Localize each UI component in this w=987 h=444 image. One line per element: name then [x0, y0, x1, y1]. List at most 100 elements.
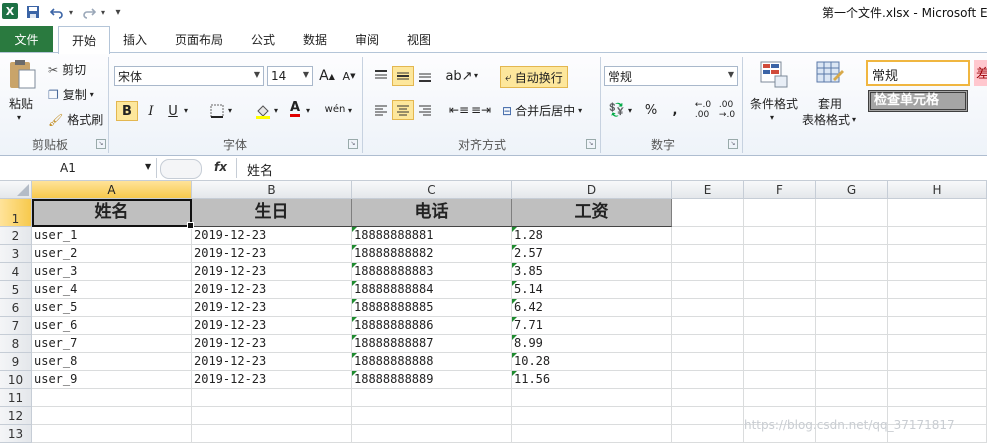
table-cell[interactable]: 18888888883 — [352, 263, 512, 281]
cell-style-bad[interactable]: 差 — [974, 60, 987, 86]
underline-dropdown-icon[interactable]: ▾ — [184, 106, 188, 115]
number-as-text-indicator-icon[interactable] — [352, 245, 357, 250]
redo-dropdown-icon[interactable]: ▾ — [98, 3, 108, 21]
row-header-6[interactable]: 6 — [0, 299, 32, 317]
number-launcher-icon[interactable]: ↘ — [728, 139, 738, 149]
fill-color-dropdown-icon[interactable]: ▾ — [274, 106, 278, 115]
column-header-e[interactable]: E — [672, 181, 744, 199]
insert-function-icon[interactable]: fx — [214, 160, 227, 174]
empty-cell[interactable] — [512, 389, 672, 407]
number-as-text-indicator-icon[interactable] — [512, 371, 517, 376]
redo-icon[interactable] — [80, 3, 98, 21]
table-cell[interactable]: user_4 — [32, 281, 192, 299]
table-cell[interactable]: 7.71 — [512, 317, 672, 335]
conditional-formatting-dropdown-icon[interactable]: ▾ — [770, 113, 774, 122]
decrease-indent-button[interactable]: ⇤≡ — [448, 100, 470, 120]
table-cell[interactable]: user_8 — [32, 353, 192, 371]
table-cell[interactable]: 18888888889 — [352, 371, 512, 389]
empty-cell[interactable] — [512, 425, 672, 443]
empty-cell[interactable] — [816, 227, 888, 245]
orientation-button[interactable]: ab↗ — [445, 66, 472, 86]
increase-decimal-button[interactable]: ←.0.00 — [692, 100, 714, 120]
select-all-corner[interactable] — [0, 181, 32, 199]
formula-input[interactable]: 姓名 — [247, 160, 273, 179]
number-as-text-indicator-icon[interactable] — [512, 281, 517, 286]
empty-cell[interactable] — [672, 317, 744, 335]
name-box-dropdown-icon[interactable]: ▼ — [145, 162, 151, 171]
empty-cell[interactable] — [672, 353, 744, 371]
table-cell[interactable]: 10.28 — [512, 353, 672, 371]
empty-cell[interactable] — [888, 227, 987, 245]
empty-cell[interactable] — [888, 263, 987, 281]
phonetic-dropdown-icon[interactable]: ▾ — [348, 106, 352, 115]
table-cell[interactable]: 2019-12-23 — [192, 353, 352, 371]
tab-home[interactable]: 开始 — [58, 26, 110, 54]
font-color-dropdown-icon[interactable]: ▾ — [306, 106, 310, 115]
empty-cell[interactable] — [816, 245, 888, 263]
copy-button[interactable]: ❐ 复制 ▾ — [48, 86, 94, 103]
font-size-combo[interactable]: 14 ▼ — [267, 66, 313, 86]
font-name-dropdown-icon[interactable]: ▼ — [254, 70, 260, 79]
empty-cell[interactable] — [32, 389, 192, 407]
empty-cell[interactable] — [744, 245, 816, 263]
row-header-9[interactable]: 9 — [0, 353, 32, 371]
empty-cell[interactable] — [744, 263, 816, 281]
table-cell[interactable]: user_2 — [32, 245, 192, 263]
table-cell[interactable]: 1.28 — [512, 227, 672, 245]
empty-cell[interactable] — [744, 335, 816, 353]
empty-cell[interactable] — [744, 389, 816, 407]
empty-cell[interactable] — [888, 335, 987, 353]
table-cell[interactable]: user_3 — [32, 263, 192, 281]
number-as-text-indicator-icon[interactable] — [352, 281, 357, 286]
row-header-5[interactable]: 5 — [0, 281, 32, 299]
column-header-g[interactable]: G — [816, 181, 888, 199]
column-header-h[interactable]: H — [888, 181, 987, 199]
empty-cell[interactable] — [888, 299, 987, 317]
empty-cell[interactable] — [888, 245, 987, 263]
merge-center-button[interactable]: ⊟ 合并后居中 ▾ — [502, 102, 582, 119]
empty-cell[interactable] — [744, 199, 816, 227]
empty-cell[interactable] — [672, 227, 744, 245]
font-color-button[interactable]: A — [284, 99, 306, 119]
italic-button[interactable]: I — [140, 101, 162, 121]
row-header-12[interactable]: 12 — [0, 407, 32, 425]
table-cell[interactable]: 18888888885 — [352, 299, 512, 317]
empty-cell[interactable] — [888, 389, 987, 407]
fill-color-button[interactable] — [252, 101, 274, 121]
table-cell[interactable]: 11.56 — [512, 371, 672, 389]
number-as-text-indicator-icon[interactable] — [352, 317, 357, 322]
empty-cell[interactable] — [888, 371, 987, 389]
table-cell[interactable]: 2019-12-23 — [192, 263, 352, 281]
table-cell[interactable]: user_6 — [32, 317, 192, 335]
empty-cell[interactable] — [672, 263, 744, 281]
formula-bar-splitter[interactable] — [160, 159, 202, 179]
empty-cell[interactable] — [888, 281, 987, 299]
align-right-button[interactable] — [414, 100, 436, 120]
table-cell[interactable]: 18888888887 — [352, 335, 512, 353]
number-as-text-indicator-icon[interactable] — [512, 263, 517, 268]
empty-cell[interactable] — [672, 407, 744, 425]
number-as-text-indicator-icon[interactable] — [352, 335, 357, 340]
row-header-8[interactable]: 8 — [0, 335, 32, 353]
table-cell[interactable]: 18888888881 — [352, 227, 512, 245]
empty-cell[interactable] — [672, 281, 744, 299]
table-cell[interactable]: 2019-12-23 — [192, 281, 352, 299]
column-header-d[interactable]: D — [512, 181, 672, 199]
table-cell[interactable]: 18888888884 — [352, 281, 512, 299]
table-cell[interactable]: user_9 — [32, 371, 192, 389]
header-cell[interactable]: 工资 — [512, 199, 672, 227]
empty-cell[interactable] — [672, 389, 744, 407]
empty-cell[interactable] — [192, 425, 352, 443]
empty-cell[interactable] — [816, 389, 888, 407]
number-as-text-indicator-icon[interactable] — [352, 371, 357, 376]
align-left-button[interactable] — [370, 100, 392, 120]
empty-cell[interactable] — [816, 317, 888, 335]
table-cell[interactable]: 2019-12-23 — [192, 227, 352, 245]
cell-style-check[interactable]: 检查单元格 — [868, 90, 968, 112]
empty-cell[interactable] — [352, 407, 512, 425]
number-as-text-indicator-icon[interactable] — [512, 245, 517, 250]
undo-icon[interactable] — [48, 3, 66, 21]
row-header-11[interactable]: 11 — [0, 389, 32, 407]
align-bottom-button[interactable] — [414, 66, 436, 86]
row-header-2[interactable]: 2 — [0, 227, 32, 245]
